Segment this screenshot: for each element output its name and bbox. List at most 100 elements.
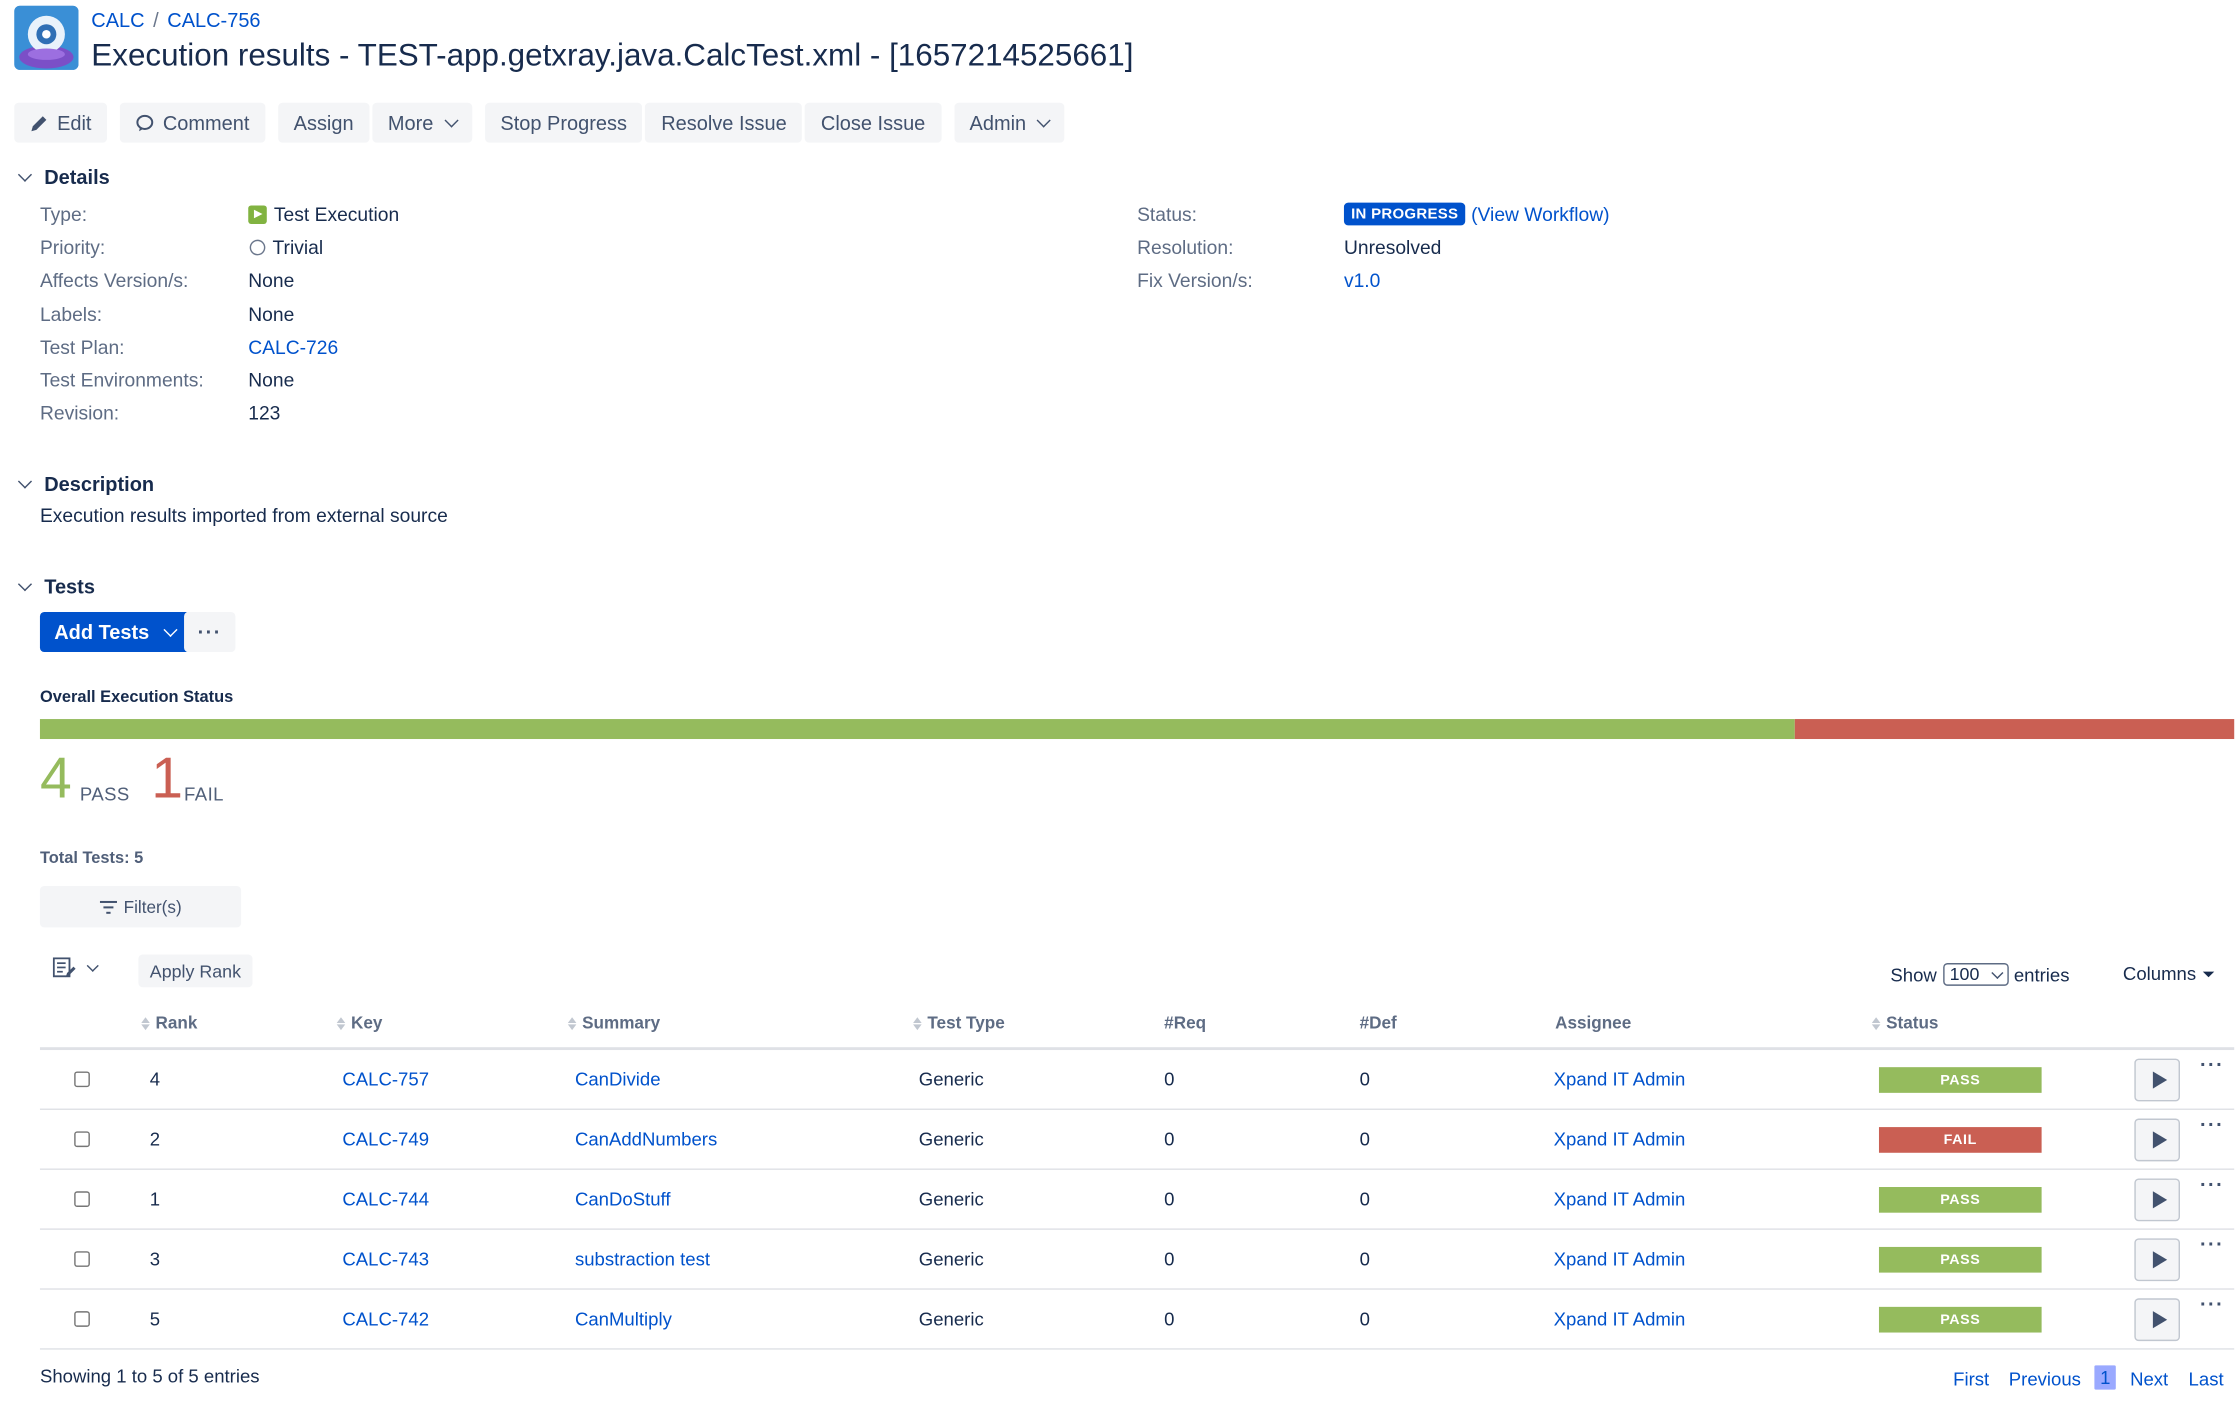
- bulk-actions-dropdown[interactable]: [52, 957, 99, 978]
- details-section-toggle[interactable]: Details: [14, 165, 110, 188]
- test-key-link[interactable]: CALC-743: [342, 1248, 429, 1269]
- test-summary-link[interactable]: CanAddNumbers: [575, 1129, 717, 1150]
- priority-value-text: Trivial: [272, 236, 324, 259]
- showing-entries-info: Showing 1 to 5 of 5 entries: [39, 1365, 260, 1387]
- pager-next[interactable]: Next: [2130, 1368, 2168, 1389]
- test-rank: 4: [149, 1068, 161, 1090]
- breadcrumb-issue[interactable]: CALC-756: [167, 9, 260, 32]
- sort-icon: [567, 1016, 577, 1030]
- close-issue-button[interactable]: Close Issue: [805, 102, 941, 143]
- page-size-select[interactable]: 100: [1942, 963, 2009, 986]
- column-header-def: #Def: [1360, 1013, 1397, 1033]
- execution-status-bar-pass: [39, 719, 1796, 740]
- row-actions-button[interactable]: ···: [2200, 1233, 2224, 1256]
- test-assignee-link[interactable]: Xpand IT Admin: [1554, 1248, 1686, 1269]
- execute-test-button[interactable]: [2134, 1298, 2180, 1342]
- type-label: Type:: [39, 204, 88, 226]
- show-label: Show: [1890, 963, 1937, 986]
- execute-test-button[interactable]: [2134, 1238, 2180, 1282]
- more-dropdown[interactable]: More: [372, 102, 472, 143]
- test-status-badge: PASS: [1878, 1306, 2042, 1333]
- execute-test-button[interactable]: [2134, 1118, 2180, 1162]
- filters-button[interactable]: Filter(s): [39, 885, 242, 928]
- test-type: Generic: [918, 1068, 984, 1090]
- description-section-toggle[interactable]: Description: [14, 472, 154, 495]
- column-header-key[interactable]: Key: [336, 1012, 383, 1033]
- table-row: 2 CALC-749 CanAddNumbers Generic 0 0 Xpand IT …: [39, 1110, 2235, 1170]
- tests-section-toggle[interactable]: Tests: [14, 575, 95, 598]
- issue-toolbar: Edit Comment Assign More Stop Progress R…: [14, 102, 1067, 143]
- chevron-down-icon: [1036, 113, 1052, 128]
- columns-dropdown[interactable]: Columns: [2123, 963, 2215, 984]
- project-avatar[interactable]: [14, 5, 79, 70]
- row-select-checkbox[interactable]: [74, 1191, 90, 1207]
- pager-first[interactable]: First: [1953, 1368, 1989, 1389]
- pager-previous[interactable]: Previous: [2009, 1368, 2081, 1389]
- test-summary-link[interactable]: CanMultiply: [575, 1308, 672, 1329]
- row-select-checkbox[interactable]: [74, 1251, 90, 1267]
- column-header-key-label: Key: [350, 1012, 383, 1033]
- test-rank: 3: [149, 1248, 161, 1270]
- column-header-test-type[interactable]: Test Type: [913, 1013, 1005, 1033]
- admin-dropdown[interactable]: Admin: [953, 102, 1065, 143]
- column-header-test-type-label: Test Type: [927, 1012, 1005, 1033]
- revision-value: 123: [248, 402, 281, 424]
- resolve-issue-button[interactable]: Resolve Issue: [645, 102, 803, 143]
- chevron-down-icon: [86, 959, 99, 972]
- comment-button-label: Comment: [162, 111, 250, 135]
- execute-test-button[interactable]: [2134, 1178, 2180, 1222]
- test-plan-link[interactable]: CALC-726: [248, 337, 338, 358]
- tests-more-actions-button[interactable]: ···: [184, 612, 236, 653]
- column-header-status[interactable]: Status: [1871, 1013, 1938, 1033]
- test-assignee-link[interactable]: Xpand IT Admin: [1554, 1188, 1686, 1209]
- test-summary-link[interactable]: substraction test: [575, 1248, 710, 1269]
- column-header-assignee: Assignee: [1555, 1013, 1631, 1033]
- test-status-badge: PASS: [1878, 1187, 2042, 1213]
- priority-label: Priority:: [39, 236, 106, 259]
- column-header-req-label: #Req: [1164, 1012, 1207, 1033]
- row-select-checkbox[interactable]: [74, 1131, 90, 1148]
- priority-trivial-icon: [249, 239, 266, 256]
- column-header-summary[interactable]: Summary: [567, 1013, 660, 1033]
- row-select-checkbox[interactable]: [74, 1071, 90, 1088]
- test-key-link[interactable]: CALC-744: [342, 1188, 429, 1209]
- row-actions-button[interactable]: ···: [2200, 1173, 2224, 1196]
- labels-label: Labels:: [39, 303, 103, 326]
- table-row: 1 CALC-744 CanDoStuff Generic 0 0 Xpand IT Adm…: [39, 1170, 2235, 1230]
- fix-version-link[interactable]: v1.0: [1344, 270, 1380, 291]
- test-environments-value: None: [248, 369, 295, 391]
- test-summary-link[interactable]: CanDivide: [575, 1069, 661, 1090]
- add-tests-button[interactable]: Add Tests: [39, 612, 190, 653]
- test-assignee-link[interactable]: Xpand IT Admin: [1554, 1129, 1686, 1150]
- execute-test-button[interactable]: [2134, 1058, 2180, 1102]
- test-assignee-link[interactable]: Xpand IT Admin: [1554, 1069, 1686, 1090]
- row-select-checkbox[interactable]: [74, 1311, 90, 1327]
- test-key-link[interactable]: CALC-749: [342, 1129, 429, 1150]
- test-key-link[interactable]: CALC-742: [342, 1308, 429, 1329]
- stop-progress-button[interactable]: Stop Progress: [484, 102, 643, 143]
- sort-icon: [1871, 1016, 1881, 1030]
- pass-count: 4: [39, 747, 72, 811]
- columns-label: Columns: [2122, 963, 2197, 985]
- view-workflow-link[interactable]: (View Workflow): [1471, 203, 1609, 224]
- sort-icon: [336, 1016, 346, 1030]
- pager-current-page[interactable]: 1: [2094, 1365, 2117, 1390]
- test-summary-link[interactable]: CanDoStuff: [575, 1188, 671, 1209]
- total-tests: Total Tests: 5: [39, 850, 144, 868]
- column-header-rank[interactable]: Rank: [141, 1013, 197, 1033]
- breadcrumb-project[interactable]: CALC: [91, 9, 144, 32]
- test-key-link[interactable]: CALC-757: [342, 1069, 429, 1090]
- test-rank: 2: [149, 1128, 161, 1150]
- pager-last[interactable]: Last: [2189, 1368, 2224, 1389]
- chevron-down-icon: [17, 474, 33, 489]
- affects-version-label: Affects Version/s:: [39, 269, 189, 292]
- apply-rank-button[interactable]: Apply Rank: [138, 954, 253, 988]
- edit-button[interactable]: Edit: [14, 102, 108, 143]
- test-assignee-link[interactable]: Xpand IT Admin: [1554, 1308, 1686, 1329]
- row-actions-button[interactable]: ···: [2200, 1113, 2224, 1136]
- comment-button[interactable]: Comment: [120, 102, 266, 143]
- row-actions-button[interactable]: ···: [2200, 1053, 2224, 1076]
- row-actions-button[interactable]: ···: [2200, 1293, 2224, 1316]
- edit-button-label: Edit: [57, 111, 92, 135]
- assign-button[interactable]: Assign: [277, 102, 370, 143]
